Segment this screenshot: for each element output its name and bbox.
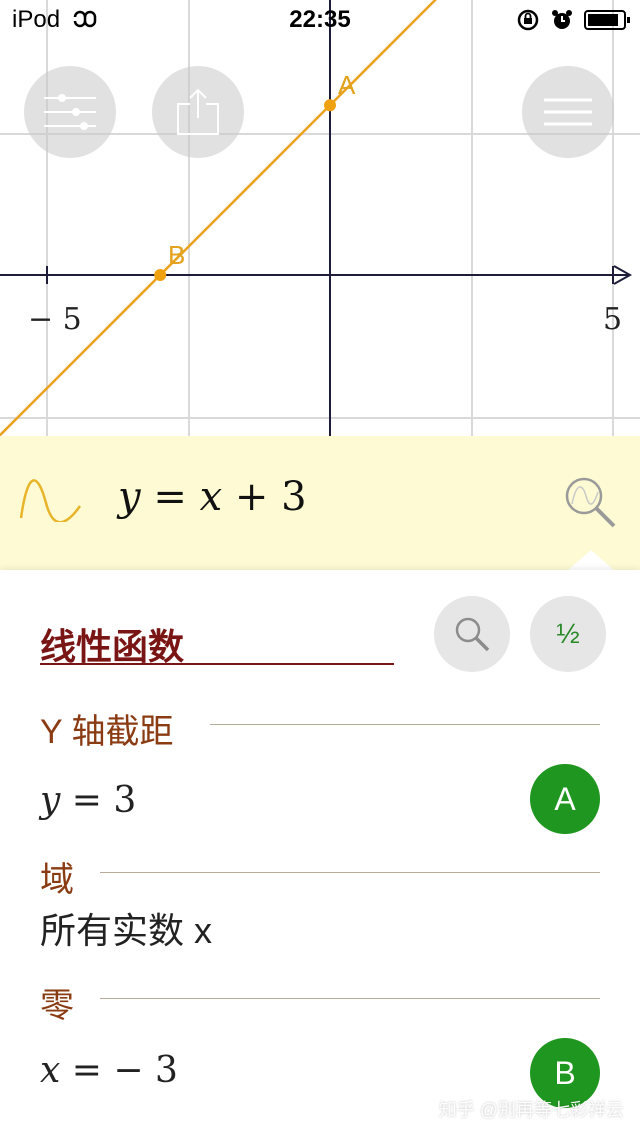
- graph-svg: [0, 0, 640, 436]
- rotation-lock-icon: [517, 9, 539, 31]
- y-intercept-var: y: [40, 780, 61, 821]
- point-a-label: A: [338, 70, 356, 100]
- sliders-icon: [44, 94, 96, 130]
- y-intercept-value: y = 3: [40, 780, 136, 821]
- panel-pointer: [566, 550, 616, 572]
- share-icon: [177, 88, 219, 135]
- zeros-var: x: [40, 1050, 61, 1091]
- expr-y: y: [118, 474, 141, 520]
- function-curve-icon: [19, 479, 82, 522]
- expr-x: x: [199, 474, 223, 520]
- grid-lines: [0, 0, 640, 436]
- y-intercept-rest: = 3: [60, 780, 137, 821]
- alarm-icon: [552, 10, 572, 29]
- fraction-button[interactable]: ½: [530, 596, 606, 672]
- zeros-heading: 零: [40, 987, 74, 1025]
- expr-rest: + 3: [222, 474, 307, 520]
- magnifier-icon: [565, 477, 616, 528]
- watermark: 知乎 @别再等七彩祥云: [438, 1100, 624, 1120]
- search-icon: [455, 617, 490, 652]
- zeros-value: x = − 3: [40, 1050, 178, 1091]
- point-b-label: B: [168, 240, 186, 270]
- expr-eq: =: [140, 474, 200, 520]
- menu-icon: [544, 98, 592, 126]
- settings-button[interactable]: [24, 66, 116, 158]
- point-b[interactable]: [154, 269, 167, 281]
- zoom-button[interactable]: [434, 596, 510, 672]
- status-bar: iPod 22:35: [0, 0, 640, 40]
- function-line[interactable]: [0, 0, 640, 436]
- y-intercept-heading: Y 轴截距: [40, 713, 174, 751]
- point-a-badge[interactable]: A: [530, 764, 600, 834]
- menu-button[interactable]: [522, 66, 614, 158]
- analyze-button[interactable]: [560, 474, 620, 535]
- zeros-rule: [100, 998, 600, 999]
- battery-icon: [584, 10, 630, 30]
- domain-value: 所有实数 x: [40, 910, 213, 951]
- share-button[interactable]: [152, 66, 244, 158]
- domain-rule: [100, 872, 600, 873]
- point-a[interactable]: [324, 99, 336, 112]
- graph-canvas[interactable]: − 5 5 A B: [0, 0, 640, 436]
- x-tick-label-5: 5: [603, 302, 623, 337]
- title-underline: [40, 663, 394, 665]
- y-intercept-rule: [210, 724, 600, 725]
- domain-heading: 域: [40, 861, 74, 899]
- function-curve-icon: [18, 436, 84, 476]
- status-right: [516, 8, 632, 32]
- expression-bar[interactable]: [0, 436, 640, 570]
- expression-input[interactable]: y = x + 3: [118, 474, 307, 520]
- x-tick-label-neg5: − 5: [28, 302, 82, 337]
- zeros-rest: = − 3: [60, 1050, 178, 1091]
